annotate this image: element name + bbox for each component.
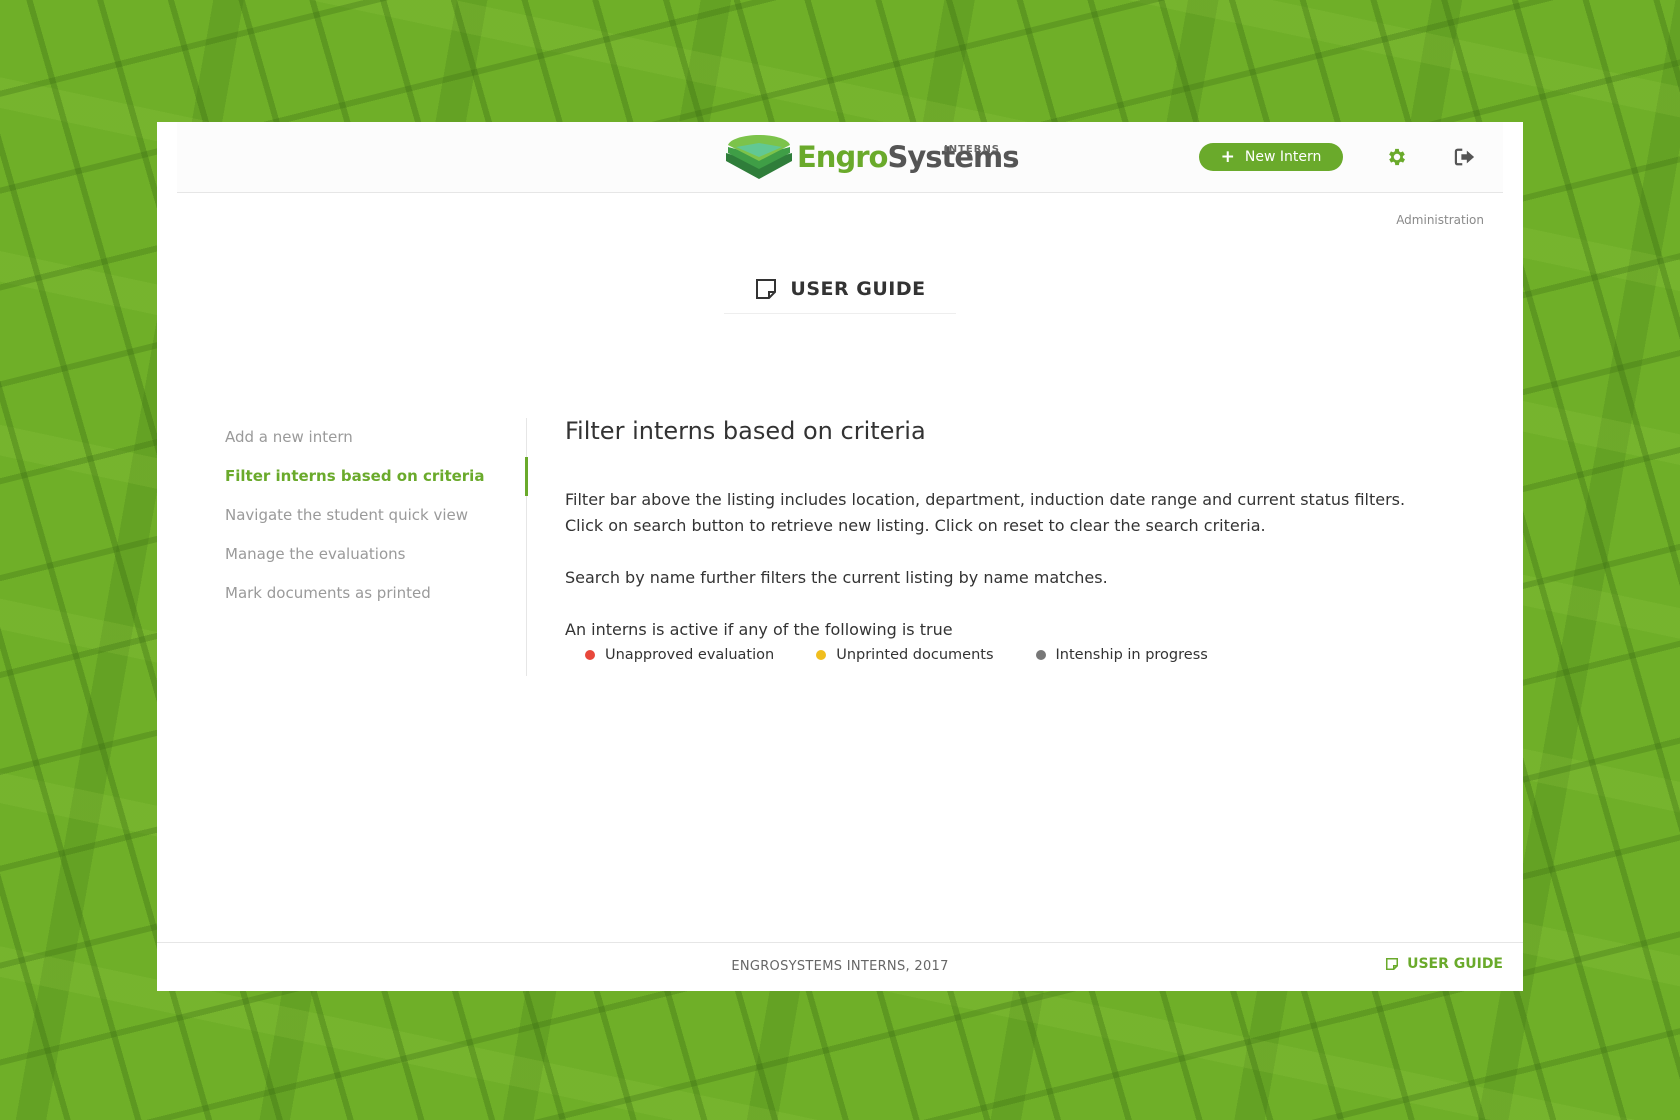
active-item-indicator [525, 457, 528, 496]
legend-item: Unapproved evaluation [585, 647, 774, 663]
plus-icon: + [1220, 146, 1235, 167]
legend-label: Intenship in progress [1055, 647, 1208, 663]
sidebar-item-quick-view[interactable]: Navigate the student quick view [225, 496, 525, 535]
footer-user-guide-label: USER GUIDE [1407, 956, 1503, 972]
legend-item: Intenship in progress [1035, 647, 1208, 663]
footer-user-guide-link[interactable]: USER GUIDE [1385, 956, 1503, 972]
footer-copyright: ENGROSYSTEMS INTERNS, 2017 [731, 959, 949, 974]
status-dot-red-icon [585, 650, 595, 660]
status-dot-yellow-icon [816, 650, 827, 660]
guide-sidebar: Add a new intern Filter interns based on… [225, 418, 525, 613]
footer: ENGROSYSTEMS INTERNS, 2017 USER GUIDE [157, 942, 1523, 991]
status-dot-gray-icon [1035, 650, 1046, 660]
sidebar-item-documents[interactable]: Mark documents as printed [225, 574, 525, 613]
paragraph-active-criteria: An interns is active if any of the follo… [565, 620, 953, 639]
main-card: EngroSystems INTERNS + New Intern Admini… [157, 122, 1523, 991]
brand-subtitle: INTERNS [944, 144, 1001, 155]
new-intern-label: New Intern [1244, 149, 1322, 165]
legend-label: Unapproved evaluation [605, 647, 775, 663]
logout-icon [1454, 148, 1475, 166]
sidebar-item-evaluations[interactable]: Manage the evaluations [225, 535, 525, 574]
paragraph-search-by-name: Search by name further filters the curre… [565, 568, 1108, 587]
logout-button[interactable] [1451, 143, 1479, 171]
logo-mark-icon [726, 135, 792, 179]
note-icon [1386, 957, 1399, 971]
status-legend: Unapproved evaluation Unprinted document… [565, 647, 1445, 663]
header: EngroSystems INTERNS + New Intern [177, 122, 1503, 193]
paragraph-filter-bar: Filter bar above the listing includes lo… [565, 487, 1445, 539]
brand-name-part1: Engro [797, 140, 888, 174]
new-intern-button[interactable]: + New Intern [1199, 143, 1343, 171]
gear-icon [1389, 148, 1405, 166]
sidebar-item-add-intern[interactable]: Add a new intern [225, 418, 525, 457]
page-title: USER GUIDE [724, 264, 956, 314]
section-heading: Filter interns based on criteria [565, 417, 926, 445]
brand-logo[interactable]: EngroSystems INTERNS [724, 133, 1020, 183]
administration-link[interactable]: Administration [1396, 213, 1484, 227]
page-title-text: USER GUIDE [790, 277, 926, 300]
sidebar-item-filter-interns[interactable]: Filter interns based on criteria [225, 457, 525, 496]
guide-content: Filter interns based on criteria Filter … [565, 417, 1445, 663]
settings-button[interactable] [1383, 143, 1411, 171]
paragraph-filter-bar-line1: Filter bar above the listing includes lo… [565, 490, 1406, 509]
note-icon [756, 278, 777, 299]
legend-item: Unprinted documents [816, 647, 994, 663]
legend-label: Unprinted documents [836, 647, 994, 663]
paragraph-filter-bar-line2: Click on search button to retrieve new l… [565, 516, 1266, 535]
